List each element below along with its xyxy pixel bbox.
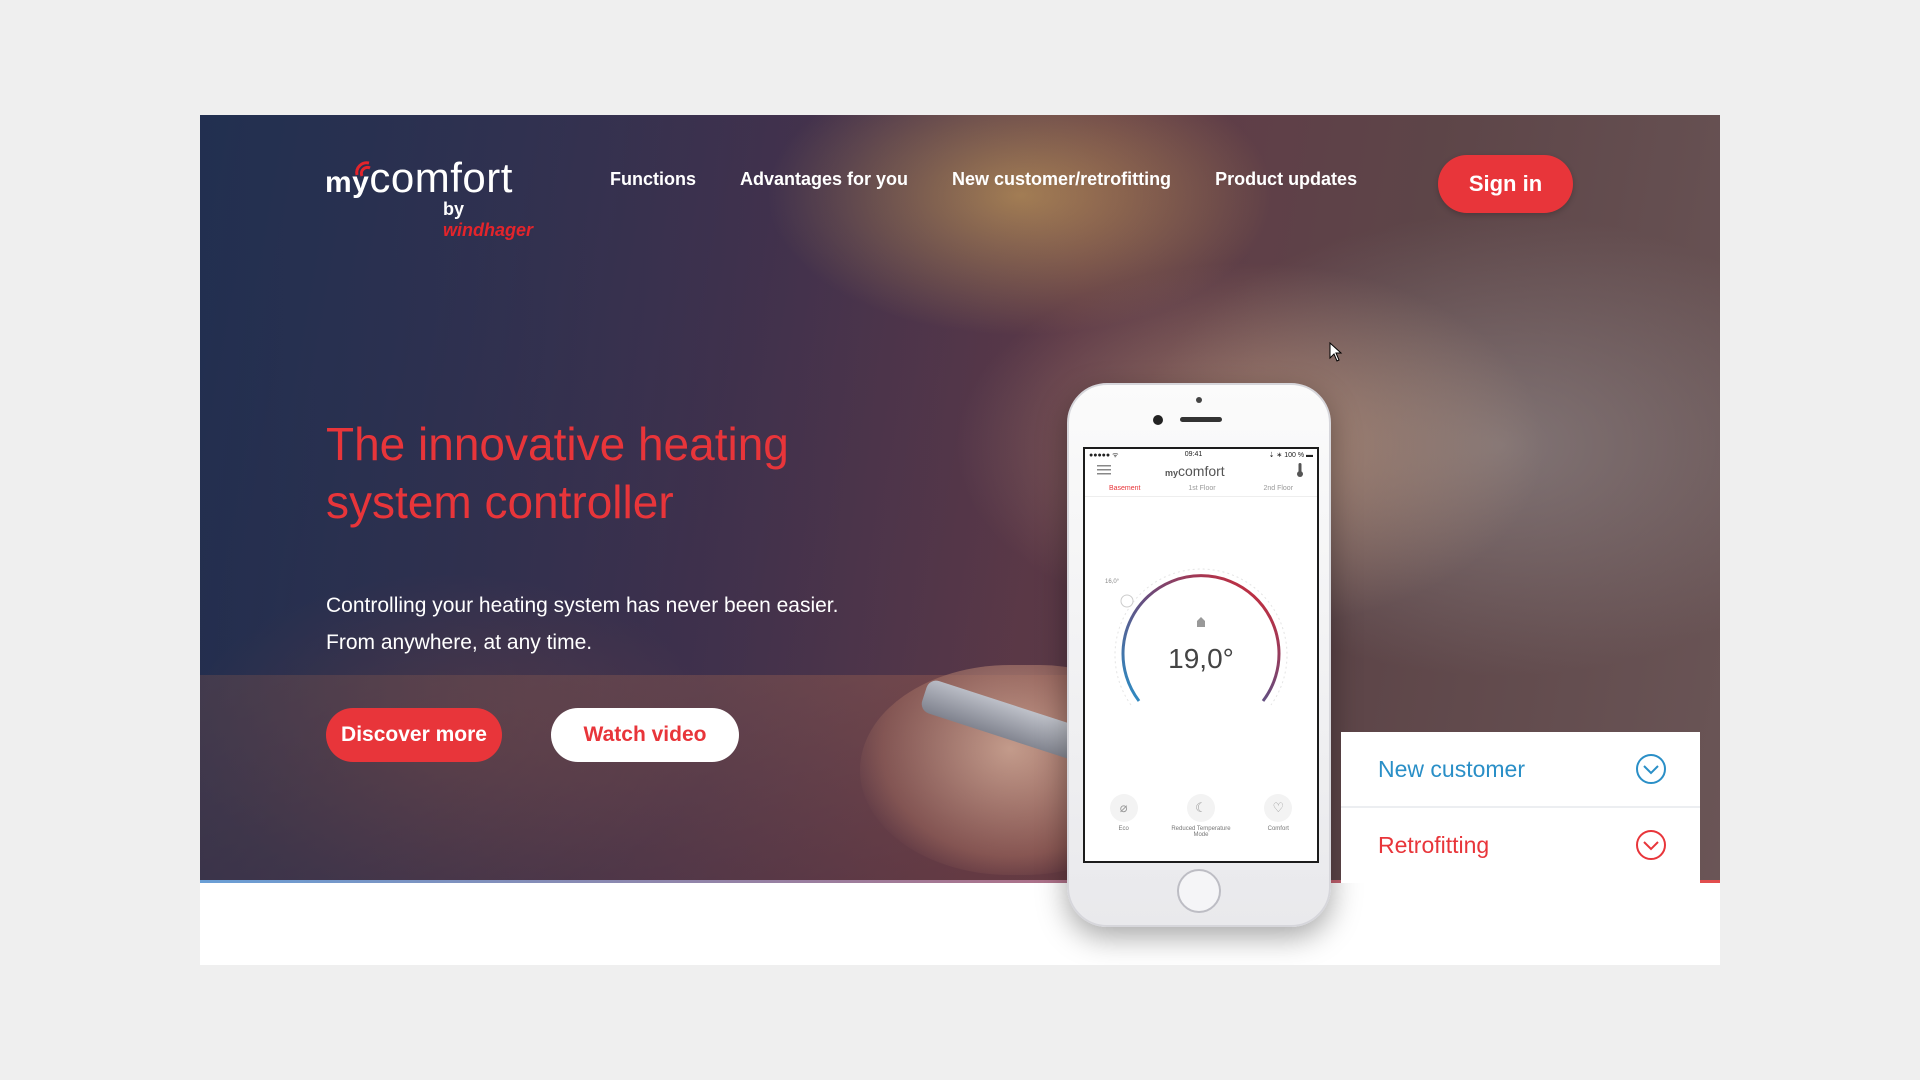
thermometer-icon [1297,463,1303,477]
retrofitting-label: Retrofitting [1378,831,1490,858]
house-icon [1197,617,1205,627]
phone-status-bar: ●●●●● ᯤ 09:41 ⇣ ∗ 100 % ▬ [1089,451,1313,460]
site-logo[interactable]: mycomfort by windhager [325,155,555,241]
mode-reduced[interactable]: ☾ Reduced Temperature Mode [1171,794,1231,838]
dial-min-label: 16,0° [1105,579,1120,585]
phone-mockup: ●●●●● ᯤ 09:41 ⇣ ∗ 100 % ▬ mycomfort Base… [1067,383,1331,927]
watch-video-button[interactable]: Watch video [551,708,739,762]
nav-product-updates[interactable]: Product updates [1215,169,1357,190]
chevron-down-circle-icon [1636,754,1666,784]
hamburger-menu-icon [1097,465,1111,475]
new-customer-option[interactable]: New customer [1341,732,1700,808]
chevron-down-circle-icon [1636,830,1666,860]
phone-sensor [1196,397,1202,403]
nav-functions[interactable]: Functions [610,169,696,190]
new-customer-label: New customer [1378,755,1525,782]
status-time: 09:41 [1184,451,1203,458]
retrofitting-option[interactable]: Retrofitting [1341,808,1700,882]
leaf-icon: ⌀ [1109,794,1138,822]
tab-basement[interactable]: Basement [1109,485,1141,492]
app-logo: mycomfort [1165,463,1225,479]
nav-new-customer-retrofitting[interactable]: New customer/retrofitting [952,169,1171,190]
moon-icon: ☾ [1186,794,1215,822]
main-nav: Functions Advantages for you New custome… [610,169,1401,190]
customer-type-panel: New customer Retrofitting [1341,732,1700,883]
discover-more-button[interactable]: Discover more [326,708,502,762]
tab-2nd-floor[interactable]: 2nd Floor [1263,485,1293,492]
phone-home-button [1177,869,1221,913]
temperature-dial[interactable] [1107,553,1295,723]
phone-speaker [1180,417,1222,422]
mode-comfort[interactable]: ♡ Comfort [1248,794,1308,838]
floor-tabs: Basement 1st Floor 2nd Floor [1085,485,1317,497]
sign-in-button[interactable]: Sign in [1438,155,1573,213]
hero-description: Controlling your heating system has neve… [326,594,839,654]
current-temperature: 19,0° [1168,643,1234,674]
mode-selector: ⌀ Eco ☾ Reduced Temperature Mode ♡ Comfo… [1085,794,1317,838]
tab-1st-floor[interactable]: 1st Floor [1188,485,1215,492]
phone-screen: ●●●●● ᯤ 09:41 ⇣ ∗ 100 % ▬ mycomfort Base… [1083,447,1319,863]
mouse-cursor-icon [1329,342,1343,362]
phone-camera [1153,415,1163,425]
mode-eco[interactable]: ⌀ Eco [1094,794,1154,838]
page: mycomfort by windhager Functions Advanta… [200,115,1720,965]
status-carrier: ●●●●● ᯤ [1089,452,1119,459]
nav-advantages[interactable]: Advantages for you [740,169,908,190]
logo-byline: by windhager [443,199,534,240]
heart-icon: ♡ [1264,794,1293,822]
status-battery: ⇣ ∗ 100 % ▬ [1268,452,1313,459]
hero-title: The innovative heating system controller [326,418,789,528]
